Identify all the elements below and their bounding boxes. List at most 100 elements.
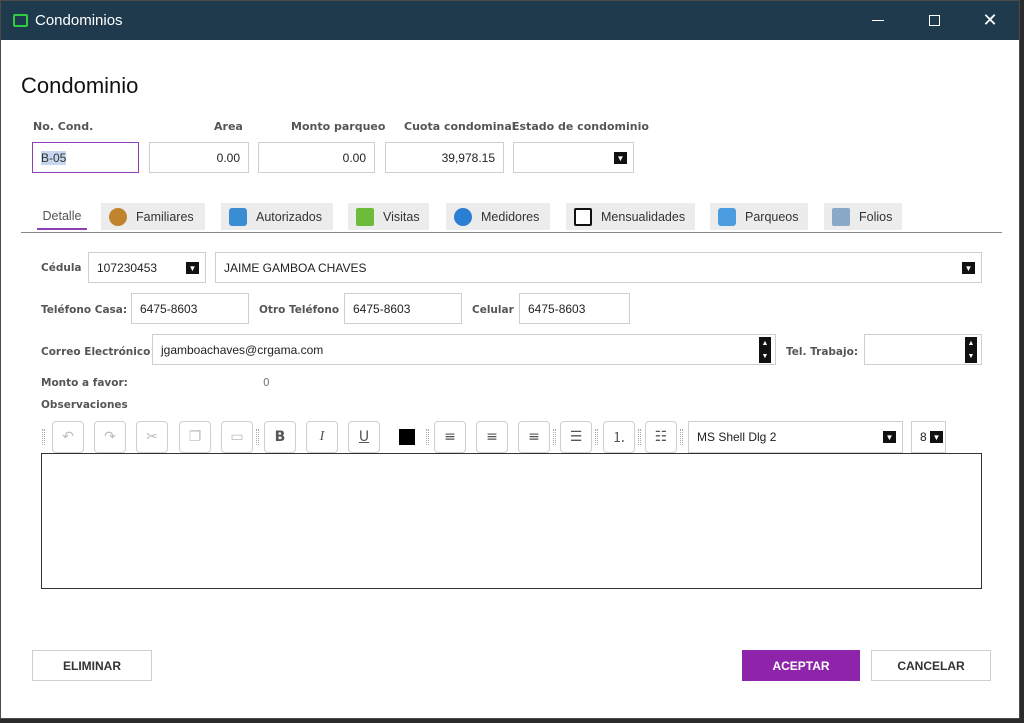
chevron-down-icon[interactable]: ▼ — [930, 431, 943, 443]
tab-autorizados[interactable]: Autorizados — [221, 203, 333, 230]
chevron-down-icon[interactable]: ▼ — [962, 262, 975, 274]
tab-parqueos[interactable]: Parqueos — [710, 203, 808, 230]
correo-label: Correo Electrónico — [41, 346, 151, 358]
tab-mensualidades[interactable]: Mensualidades — [566, 203, 695, 230]
bullet-list-button[interactable]: ☷ — [645, 421, 677, 453]
cancelar-button[interactable]: CANCELAR — [871, 650, 991, 681]
cuota-label: Cuota condominal — [404, 120, 516, 133]
justify-button[interactable]: ☰ — [560, 421, 592, 453]
tab-bar: Detalle Familiares Autorizados Visitas M… — [21, 201, 1002, 233]
observaciones-editor[interactable] — [41, 453, 982, 589]
maximize-button[interactable] — [911, 1, 957, 40]
align-right-icon: ≡ — [528, 429, 540, 445]
tel-trabajo-input[interactable]: ▲ ▼ — [864, 334, 982, 365]
cedula-select[interactable]: 107230453 ▼ — [88, 252, 206, 283]
close-icon: ✕ — [982, 9, 998, 31]
toolbar-grip[interactable] — [680, 429, 683, 445]
tab-label: Medidores — [481, 209, 540, 224]
tab-label: Mensualidades — [601, 209, 686, 224]
estado-select[interactable]: ▼ — [513, 142, 634, 173]
correo-value: jgamboachaves@crgama.com — [161, 342, 324, 357]
tel-casa-label: Teléfono Casa: — [41, 304, 128, 316]
nombre-select[interactable]: JAIME GAMBOA CHAVES ▼ — [215, 252, 982, 283]
font-color-icon — [399, 429, 415, 445]
align-center-icon: ≡ — [486, 429, 498, 445]
tab-label: Detalle — [42, 208, 82, 223]
minimize-button[interactable] — [855, 1, 901, 40]
eliminar-button[interactable]: ELIMINAR — [32, 650, 152, 681]
visits-icon — [356, 207, 374, 226]
size-value: 8 — [920, 430, 927, 444]
cuota-value: 39,978.15 — [441, 150, 495, 165]
cuota-input[interactable]: 39,978.15 — [385, 142, 504, 173]
font-value: MS Shell Dlg 2 — [697, 430, 777, 444]
undo-icon: ↶ — [62, 429, 74, 445]
tab-visitas[interactable]: Visitas — [348, 203, 429, 230]
tel-casa-input[interactable]: 6475-8603 — [131, 293, 249, 324]
aceptar-button[interactable]: ACEPTAR — [742, 650, 860, 681]
correo-input[interactable]: jgamboachaves@crgama.com ▲ ▼ — [152, 334, 776, 365]
tab-label: Folios — [859, 209, 893, 224]
spin-icon[interactable]: ▲ ▼ — [759, 337, 771, 363]
copy-icon: ❐ — [188, 429, 202, 445]
paste-icon: ▭ — [230, 429, 244, 445]
toolbar-grip[interactable] — [595, 429, 598, 445]
otro-tel-input[interactable]: 6475-8603 — [344, 293, 462, 324]
bullet-list-icon: ☷ — [654, 429, 668, 445]
chevron-down-icon[interactable]: ▼ — [186, 262, 199, 274]
align-center-button[interactable]: ≡ — [476, 421, 508, 453]
tab-medidores[interactable]: Medidores — [446, 203, 550, 230]
align-right-button[interactable]: ≡ — [518, 421, 550, 453]
justify-icon: ☰ — [569, 429, 583, 445]
condominios-window: Condominios ✕ Condominio No. Cond. Area … — [0, 0, 1020, 719]
tab-detalle[interactable]: Detalle — [37, 203, 87, 230]
tab-folios[interactable]: Folios — [824, 203, 902, 230]
area-input[interactable]: 0.00 — [149, 142, 249, 173]
toolbar-grip[interactable] — [426, 429, 429, 445]
cedula-label: Cédula — [41, 262, 82, 274]
paste-button[interactable]: ▭ — [221, 421, 253, 453]
font-select[interactable]: MS Shell Dlg 2 ▼ — [688, 421, 903, 453]
cut-icon: ✂ — [146, 429, 158, 445]
bold-button[interactable]: B — [264, 421, 296, 453]
observaciones-label: Observaciones — [41, 399, 128, 411]
celular-input[interactable]: 6475-8603 — [519, 293, 630, 324]
underline-button[interactable]: U — [348, 421, 380, 453]
window-title: Condominios — [35, 12, 123, 29]
window-icon — [13, 14, 28, 27]
font-color-button[interactable] — [391, 421, 423, 453]
title-bar[interactable]: Condominios ✕ — [1, 1, 1019, 40]
toolbar-grip[interactable] — [638, 429, 641, 445]
numbered-list-button[interactable]: ⒈ — [603, 421, 635, 453]
minimize-icon — [872, 20, 884, 21]
area-value: 0.00 — [216, 150, 240, 165]
italic-button[interactable]: I — [306, 421, 338, 453]
celular-label: Celular — [472, 304, 514, 316]
no-cond-input[interactable]: B-05 — [32, 142, 139, 173]
size-select[interactable]: 8 ▼ — [911, 421, 946, 453]
align-left-button[interactable]: ≡ — [434, 421, 466, 453]
toolbar-grip[interactable] — [553, 429, 556, 445]
no-cond-value: B-05 — [41, 150, 67, 165]
copy-button[interactable]: ❐ — [179, 421, 211, 453]
redo-button[interactable]: ↷ — [94, 421, 126, 453]
monthly-icon — [574, 207, 592, 226]
celular-value: 6475-8603 — [528, 301, 586, 316]
toolbar-grip[interactable] — [42, 429, 45, 445]
page-title: Condominio — [21, 73, 139, 98]
tab-familiares[interactable]: Familiares — [101, 203, 205, 230]
cut-button[interactable]: ✂ — [136, 421, 168, 453]
nombre-value: JAIME GAMBOA CHAVES — [224, 260, 367, 275]
monto-parqueo-input[interactable]: 0.00 — [258, 142, 375, 173]
tel-casa-value: 6475-8603 — [140, 301, 198, 316]
chevron-down-icon[interactable]: ▼ — [883, 431, 896, 443]
maximize-icon — [928, 15, 940, 26]
spin-icon[interactable]: ▲ ▼ — [965, 337, 977, 363]
close-button[interactable]: ✕ — [967, 1, 1013, 40]
meter-icon — [454, 207, 472, 226]
chevron-down-icon[interactable]: ▼ — [614, 152, 627, 164]
monto-parqueo-value: 0.00 — [342, 150, 366, 165]
toolbar-grip[interactable] — [256, 429, 259, 445]
area-label: Area — [214, 120, 243, 133]
undo-button[interactable]: ↶ — [52, 421, 84, 453]
